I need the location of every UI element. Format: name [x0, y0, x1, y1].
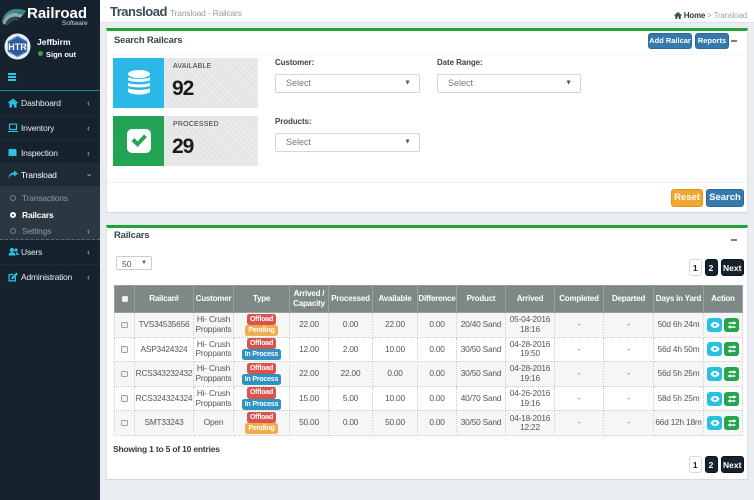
svg-text:HTR: HTR — [8, 42, 27, 52]
